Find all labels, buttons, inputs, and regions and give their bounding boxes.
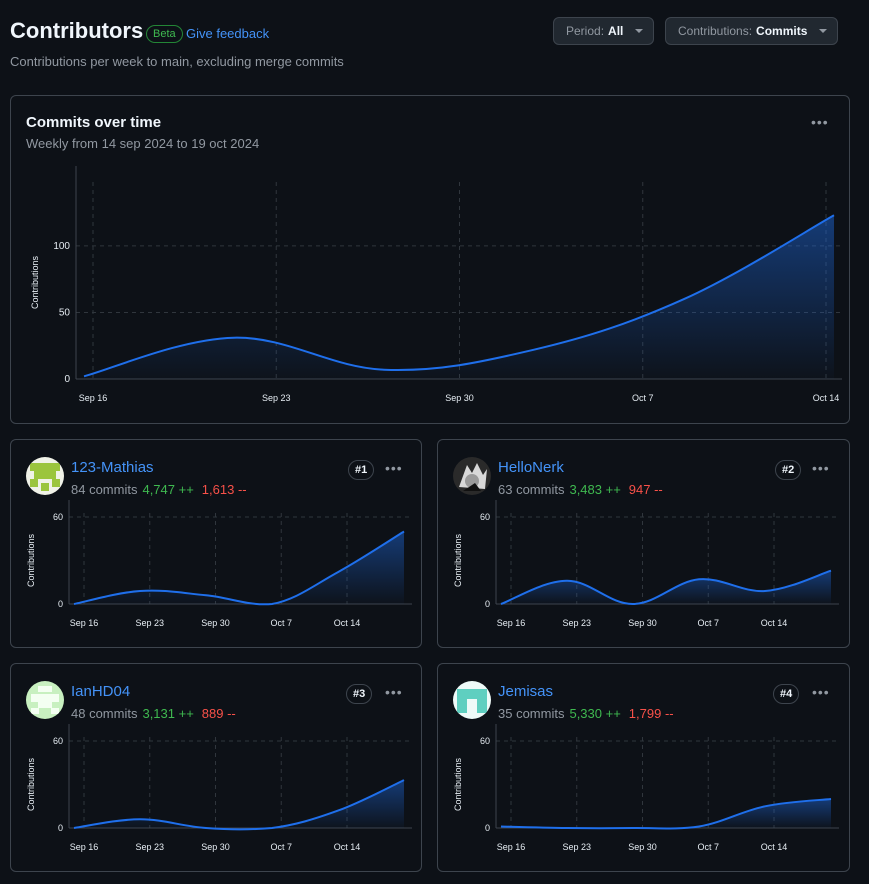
x-tick-label: Oct 14 — [761, 842, 788, 852]
contributor-card: Jemisas 35 commits 5,330 ++ 1,799 -- #4 ••… — [437, 663, 850, 872]
y-tick-label: 0 — [58, 823, 63, 833]
x-tick-label: Sep 16 — [497, 842, 526, 852]
deletions-count: 947 -- — [628, 482, 663, 497]
period-value: All — [608, 24, 624, 38]
x-tick-label: Oct 14 — [813, 393, 840, 403]
x-tick-label: Sep 16 — [70, 842, 99, 852]
avatar — [453, 457, 491, 495]
x-tick-label: Sep 16 — [79, 393, 108, 403]
contributions-select-button[interactable]: Contributions: Commits — [665, 17, 839, 45]
x-tick-label: Sep 30 — [628, 618, 657, 628]
commit-count: 35 commits — [498, 706, 565, 721]
chevron-down-icon — [635, 29, 644, 33]
contributor-stats: 63 commits 3,483 ++ 947 -- — [498, 482, 663, 497]
photo-avatar-icon — [453, 457, 491, 495]
x-tick-label: Oct 7 — [270, 842, 292, 852]
y-axis-label: Contributions — [30, 255, 40, 309]
y-tick-label: 60 — [480, 512, 490, 522]
kebab-menu-icon[interactable]: ••• — [385, 684, 403, 700]
contributor-chart: 0 60 Sep 16 Sep 23 Sep 30 Oct 7 Oct 14 Contribu… — [453, 500, 839, 628]
rank-badge: #3 — [346, 684, 373, 704]
x-tick-label: Sep 16 — [70, 618, 99, 628]
y-axis-label: Contributions — [26, 533, 36, 587]
identicon-icon — [453, 681, 491, 719]
avatar — [453, 681, 491, 719]
y-axis-label: Contributions — [26, 757, 36, 811]
deletions-count: 889 -- — [201, 706, 236, 721]
x-tick-label: Sep 23 — [562, 842, 591, 852]
contributor-stats: 84 commits 4,747 ++ 1,613 -- — [71, 482, 247, 497]
x-tick-label: Sep 23 — [562, 618, 591, 628]
contributor-name[interactable]: 123-Mathias — [71, 459, 154, 476]
commits-over-time-card: Commits over time Weekly from 14 sep 202… — [10, 95, 850, 424]
period-label: Period: — [566, 24, 605, 38]
kebab-menu-icon[interactable]: ••• — [812, 684, 830, 700]
deletions-count: 1,613 -- — [201, 482, 247, 497]
y-tick-label: 0 — [485, 823, 490, 833]
x-tick-label: Oct 14 — [761, 618, 788, 628]
y-tick-label: 0 — [58, 599, 63, 609]
contributor-stats: 48 commits 3,131 ++ 889 -- — [71, 706, 236, 721]
rank-badge: #1 — [348, 460, 375, 480]
y-axis-label: Contributions — [453, 533, 463, 587]
commit-count: 63 commits — [498, 482, 565, 497]
contributor-name[interactable]: HelloNerk — [498, 459, 564, 476]
identicon-icon — [26, 681, 64, 719]
x-tick-label: Sep 23 — [135, 618, 164, 628]
y-tick-label: 0 — [64, 374, 70, 385]
x-tick-label: Sep 30 — [201, 842, 230, 852]
identicon-icon — [26, 457, 64, 495]
x-tick-label: Sep 23 — [135, 842, 164, 852]
x-tick-label: Oct 7 — [632, 393, 654, 403]
x-tick-label: Sep 30 — [628, 842, 657, 852]
additions-count: 5,330 ++ — [569, 706, 621, 721]
contributor-name[interactable]: Jemisas — [498, 683, 553, 700]
rank-badge: #2 — [775, 460, 802, 480]
x-tick-label: Sep 30 — [445, 393, 474, 403]
x-tick-label: Oct 14 — [334, 618, 361, 628]
chevron-down-icon — [819, 29, 828, 33]
give-feedback-link[interactable]: Give feedback — [186, 26, 269, 41]
rank-badge: #4 — [773, 684, 800, 704]
y-axis-label: Contributions — [453, 757, 463, 811]
y-tick-label: 50 — [59, 307, 71, 318]
x-tick-label: Oct 7 — [697, 842, 719, 852]
contributor-chart: 0 60 Sep 16 Sep 23 Sep 30 Oct 7 Oct 14 Contribu… — [26, 500, 412, 628]
additions-count: 3,131 ++ — [142, 706, 194, 721]
x-tick-label: Sep 30 — [201, 618, 230, 628]
avatar — [26, 457, 64, 495]
x-tick-label: Oct 7 — [697, 618, 719, 628]
kebab-menu-icon[interactable]: ••• — [812, 460, 830, 476]
period-select-button[interactable]: Period: All — [553, 17, 655, 45]
contributor-card: IanHD04 48 commits 3,131 ++ 889 -- #3 ••• … — [10, 663, 422, 872]
commit-count: 48 commits — [71, 706, 138, 721]
beta-badge: Beta — [146, 25, 183, 43]
y-tick-label: 60 — [53, 512, 63, 522]
page-title: Contributors — [10, 18, 144, 43]
commit-count: 84 commits — [71, 482, 138, 497]
y-tick-label: 60 — [53, 736, 63, 746]
contributor-name[interactable]: IanHD04 — [71, 683, 130, 700]
x-tick-label: Oct 7 — [270, 618, 292, 628]
additions-count: 4,747 ++ — [142, 482, 194, 497]
contributions-label: Contributions: — [678, 24, 753, 38]
deletions-count: 1,799 -- — [628, 706, 674, 721]
kebab-menu-icon[interactable]: ••• — [385, 460, 403, 476]
contributor-chart: 0 60 Sep 16 Sep 23 Sep 30 Oct 7 Oct 14 Contribu… — [453, 724, 839, 852]
x-tick-label: Oct 14 — [334, 842, 361, 852]
commits-chart: 0 50 100 Sep 16 Sep 23 Sep 30 Oct 7 Oct 14 Contr… — [30, 166, 842, 403]
y-tick-label: 60 — [480, 736, 490, 746]
contributions-value: Commits — [756, 24, 808, 38]
page-subtitle: Contributions per week to main, excludin… — [10, 54, 344, 69]
x-tick-label: Sep 16 — [497, 618, 526, 628]
y-tick-label: 100 — [53, 241, 70, 252]
contributor-stats: 35 commits 5,330 ++ 1,799 -- — [498, 706, 674, 721]
contributor-card: HelloNerk 63 commits 3,483 ++ 947 -- #2 ••… — [437, 439, 850, 648]
avatar — [26, 681, 64, 719]
x-tick-label: Sep 23 — [262, 393, 291, 403]
contributor-chart: 0 60 Sep 16 Sep 23 Sep 30 Oct 7 Oct 14 Contribu… — [26, 724, 412, 852]
additions-count: 3,483 ++ — [569, 482, 621, 497]
contributor-card: 123-Mathias 84 commits 4,747 ++ 1,613 -- #… — [10, 439, 422, 648]
y-tick-label: 0 — [485, 599, 490, 609]
